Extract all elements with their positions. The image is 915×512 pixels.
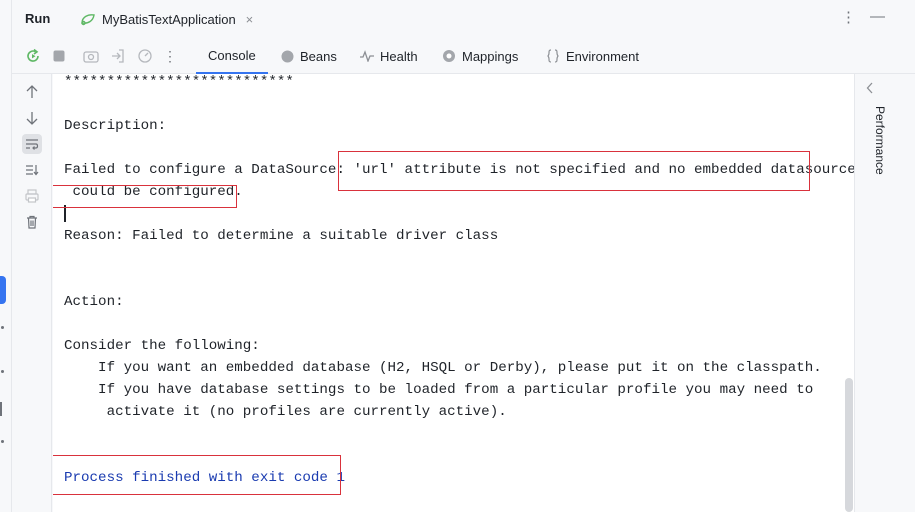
chevron-left-icon[interactable] (866, 82, 874, 97)
vertical-scrollbar[interactable] (845, 378, 853, 512)
print-icon[interactable] (22, 186, 42, 206)
performance-panel-label[interactable]: Performance (873, 106, 887, 175)
run-config-tab[interactable]: MyBatisTextApplication × (76, 0, 257, 38)
more-options-icon[interactable]: ⋮ (841, 8, 856, 26)
strip-dot-icon (1, 370, 4, 373)
spring-boot-app-icon (80, 12, 98, 26)
environment-braces-icon (546, 49, 560, 63)
strip-dot-icon (1, 440, 4, 443)
tab-console[interactable]: Console (196, 38, 268, 74)
console-line: Consider the following: (64, 338, 260, 354)
console-line: If you have database settings to be load… (64, 382, 814, 398)
tab-environment[interactable]: Environment (546, 38, 639, 74)
tab-environment-label: Environment (566, 48, 639, 64)
dashboard-icon[interactable] (136, 47, 154, 65)
mappings-icon (442, 49, 456, 63)
console-line: Reason: Failed to determine a suitable d… (64, 228, 499, 244)
highlight-box (53, 185, 237, 208)
run-tool-window-header: Run MyBatisTextApplication × ⋮ — (12, 0, 915, 38)
tab-console-label: Console (208, 47, 256, 63)
trash-icon[interactable] (22, 212, 42, 232)
console-line: Description: (64, 118, 167, 134)
console-line: Action: (64, 294, 124, 310)
tab-health[interactable]: Health (360, 38, 418, 74)
soft-wrap-icon[interactable] (22, 134, 42, 154)
close-tab-icon[interactable]: × (246, 12, 254, 27)
tab-beans-label: Beans (300, 48, 337, 64)
scroll-to-end-icon[interactable] (22, 160, 42, 180)
run-toolbar: ⋮ Console Beans Health Mappings Environm… (12, 38, 915, 74)
tab-health-label: Health (380, 48, 418, 64)
tab-mappings[interactable]: Mappings (442, 38, 518, 74)
tab-mappings-label: Mappings (462, 48, 519, 64)
run-title: Run (25, 11, 51, 26)
run-tab-title: MyBatisTextApplication (102, 11, 236, 27)
beans-icon (280, 49, 294, 63)
strip-dot-icon (1, 326, 4, 329)
tab-beans[interactable]: Beans (280, 38, 337, 74)
console-line: *************************** (64, 74, 294, 90)
camera-icon[interactable] (82, 47, 100, 65)
scroll-down-arrow-icon[interactable] (22, 108, 42, 128)
minimize-icon[interactable]: — (870, 8, 885, 26)
console-output[interactable]: *************************** Description:… (53, 74, 854, 512)
strip-bar-icon (0, 402, 2, 416)
toolbar-more-icon[interactable]: ⋮ (161, 47, 179, 65)
health-icon (360, 49, 374, 63)
active-tool-marker[interactable] (0, 276, 6, 304)
console-side-toolbar (12, 74, 52, 512)
console-line: If you want an embedded database (H2, HS… (64, 360, 822, 376)
rerun-icon[interactable] (24, 47, 42, 65)
highlight-box (53, 455, 341, 495)
right-side-panel: Performance (854, 74, 915, 512)
highlight-box (338, 151, 810, 191)
login-icon[interactable] (109, 47, 127, 65)
scroll-up-arrow-icon[interactable] (22, 82, 42, 102)
console-line: activate it (no profiles are currently a… (64, 404, 507, 420)
left-tool-strip (0, 0, 12, 512)
stop-icon[interactable] (50, 47, 68, 65)
